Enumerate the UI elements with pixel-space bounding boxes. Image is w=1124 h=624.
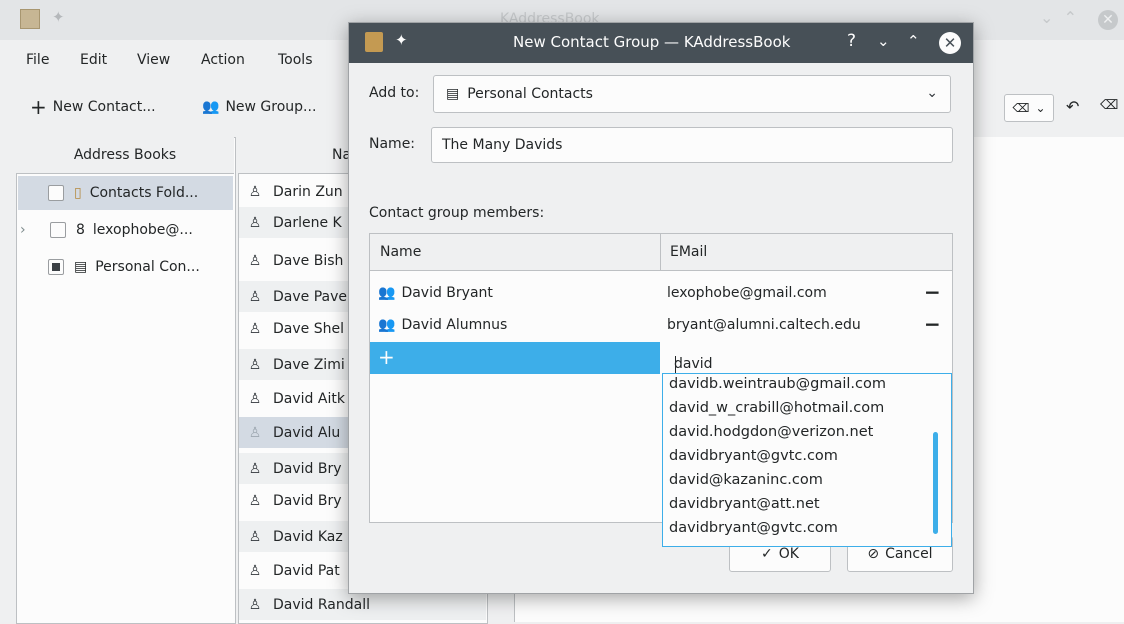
- new-member-email-input[interactable]: david: [662, 342, 952, 374]
- address-books-panel: [16, 137, 236, 624]
- person-icon: ♙: [248, 390, 262, 407]
- maximize-icon[interactable]: ⌃: [907, 32, 920, 50]
- app-icon: [20, 9, 40, 29]
- menu-edit[interactable]: Edit: [80, 52, 107, 68]
- person-icon: ♙: [248, 528, 262, 545]
- completion-item[interactable]: davidb.weintraub@gmail.com: [669, 376, 886, 399]
- completion-item[interactable]: david@kazaninc.com: [669, 472, 823, 495]
- help-icon[interactable]: ?: [847, 31, 856, 51]
- undo-icon[interactable]: ↶: [1066, 97, 1079, 116]
- group-name-input[interactable]: The Many Davids: [431, 127, 953, 163]
- address-book-item[interactable]: › 8 lexophobe@...: [18, 213, 233, 247]
- plus-icon: +: [378, 345, 395, 369]
- addressbook-icon: ▤: [74, 259, 88, 275]
- add-to-combobox[interactable]: ▤ Personal Contacts ⌄: [433, 75, 951, 113]
- person-icon: ♙: [248, 424, 262, 441]
- person-icon: ♙: [248, 460, 262, 477]
- column-header-email[interactable]: EMail: [670, 244, 707, 260]
- members-label: Contact group members:: [369, 205, 545, 221]
- completion-item[interactable]: davidbryant@gvtc.com: [669, 448, 838, 471]
- person-icon: ♙: [248, 288, 262, 305]
- chevron-right-icon[interactable]: ›: [18, 222, 50, 238]
- member-row[interactable]: 👥 David Alumnus bryant@alumni.caltech.edu…: [370, 310, 952, 342]
- menu-view[interactable]: View: [137, 52, 170, 68]
- column-divider[interactable]: [660, 234, 661, 270]
- address-book-item[interactable]: ▤ Personal Con...: [18, 250, 233, 284]
- pin-icon[interactable]: ✦: [52, 8, 65, 26]
- address-books-header: Address Books: [16, 137, 234, 174]
- checkbox[interactable]: [48, 259, 64, 275]
- chevron-down-icon: ⌄: [1035, 101, 1046, 115]
- member-row[interactable]: 👥 David Bryant lexophobe@gmail.com −: [370, 278, 952, 310]
- folder-icon: ▯: [74, 185, 82, 201]
- person-icon: ♙: [248, 320, 262, 337]
- google-icon: 8: [76, 222, 85, 238]
- plus-icon: +: [30, 95, 47, 119]
- scrollbar[interactable]: [933, 432, 938, 534]
- completion-item[interactable]: davidbryant@att.net: [669, 496, 820, 519]
- remove-member-icon[interactable]: −: [924, 280, 941, 304]
- chevron-down-icon: ⌄: [926, 85, 938, 101]
- person-icon: ♙: [248, 492, 262, 509]
- group-icon: 👥: [202, 99, 220, 115]
- person-icon: ♙: [248, 214, 262, 231]
- person-icon: ♙: [248, 356, 262, 373]
- column-header-name[interactable]: Name: [380, 244, 421, 260]
- dialog-titlebar[interactable]: ✦ New Contact Group — KAddressBook ? ⌄ ⌃…: [349, 23, 973, 63]
- remove-member-icon[interactable]: −: [924, 312, 941, 336]
- checkmark-icon: ✓: [761, 546, 773, 562]
- clear-search-button[interactable]: ⌫ ⌄: [1004, 94, 1054, 122]
- text-caret: [675, 356, 676, 374]
- checkbox[interactable]: [50, 222, 66, 238]
- dialog-title: New Contact Group — KAddressBook: [513, 33, 791, 51]
- close-icon[interactable]: ✕: [939, 32, 961, 54]
- new-contact-button[interactable]: + New Contact...: [30, 95, 156, 119]
- person-icon: ♙: [248, 562, 262, 579]
- person-icon: ♙: [248, 183, 262, 200]
- cancel-icon: ⊘: [867, 546, 880, 562]
- addressbook-app-icon: [365, 32, 383, 52]
- new-group-button[interactable]: 👥 New Group...: [202, 99, 316, 115]
- members-table-header: Name EMail: [370, 234, 952, 271]
- completion-item[interactable]: davidbryant@gvtc.com: [669, 520, 838, 543]
- minimize-icon[interactable]: ⌄: [877, 32, 890, 50]
- backspace-icon[interactable]: ⌫: [1100, 98, 1118, 113]
- menu-action[interactable]: Action: [201, 52, 245, 68]
- address-book-item[interactable]: ▯ Contacts Fold...: [18, 176, 233, 210]
- pin-icon[interactable]: ✦: [395, 31, 408, 49]
- contact-card-icon: 👥: [378, 317, 396, 333]
- menu-file[interactable]: File: [26, 52, 49, 68]
- addressbook-icon: ▤: [446, 86, 460, 102]
- close-icon[interactable]: ✕: [1098, 10, 1118, 30]
- completion-item[interactable]: david.hodgdon@verizon.net: [669, 424, 873, 447]
- backspace-icon: ⌫: [1012, 101, 1030, 115]
- add-to-label: Add to:: [369, 85, 420, 101]
- name-label: Name:: [369, 136, 416, 152]
- menu-tools[interactable]: Tools: [278, 52, 313, 68]
- completion-item[interactable]: david_w_crabill@hotmail.com: [669, 400, 884, 423]
- window-controls[interactable]: ⌄ ⌃: [1040, 8, 1077, 27]
- checkbox[interactable]: [48, 185, 64, 201]
- new-member-row[interactable]: +: [370, 342, 660, 374]
- person-icon: ♙: [248, 596, 262, 613]
- new-contact-group-dialog: ✦ New Contact Group — KAddressBook ? ⌄ ⌃…: [348, 22, 974, 594]
- person-icon: ♙: [248, 252, 262, 269]
- contact-card-icon: 👥: [378, 285, 396, 301]
- email-completion-popup: davidb.weintraub@gmail.com david_w_crabi…: [662, 373, 952, 547]
